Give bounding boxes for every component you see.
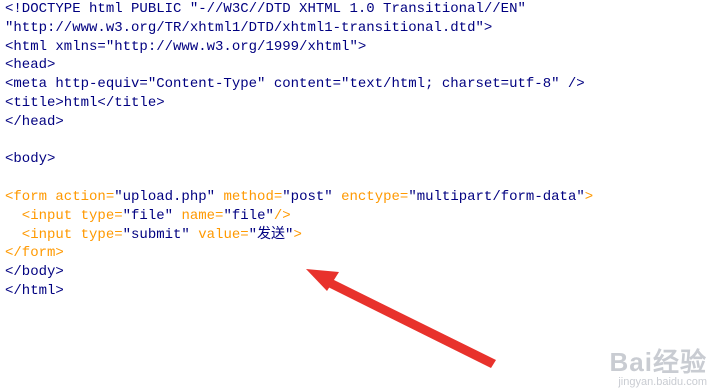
watermark-logo: Bai经验 jingyan.baidu.com xyxy=(610,348,707,388)
arrow-shaft xyxy=(328,279,496,368)
watermark-url: jingyan.baidu.com xyxy=(618,376,707,388)
watermark-brand: Bai经验 xyxy=(609,347,707,377)
red-arrow-icon xyxy=(306,269,496,368)
